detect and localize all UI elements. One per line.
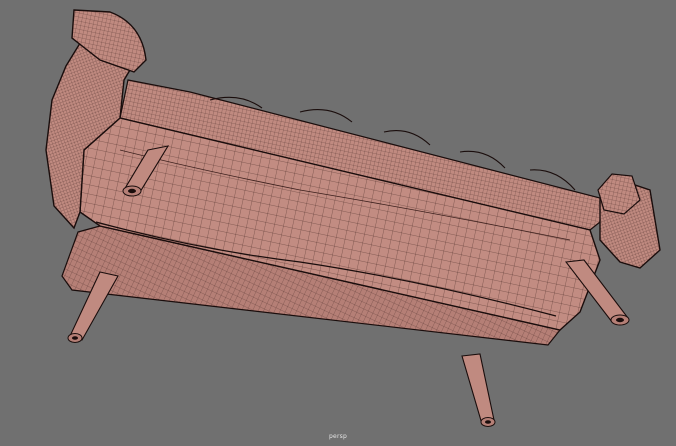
sofa-wireframe-render (45, 9, 661, 427)
3d-viewport[interactable]: persp (0, 0, 676, 446)
right-armrest (597, 173, 661, 269)
sofa-leg-back-right (461, 353, 496, 427)
camera-label: persp (329, 433, 347, 440)
